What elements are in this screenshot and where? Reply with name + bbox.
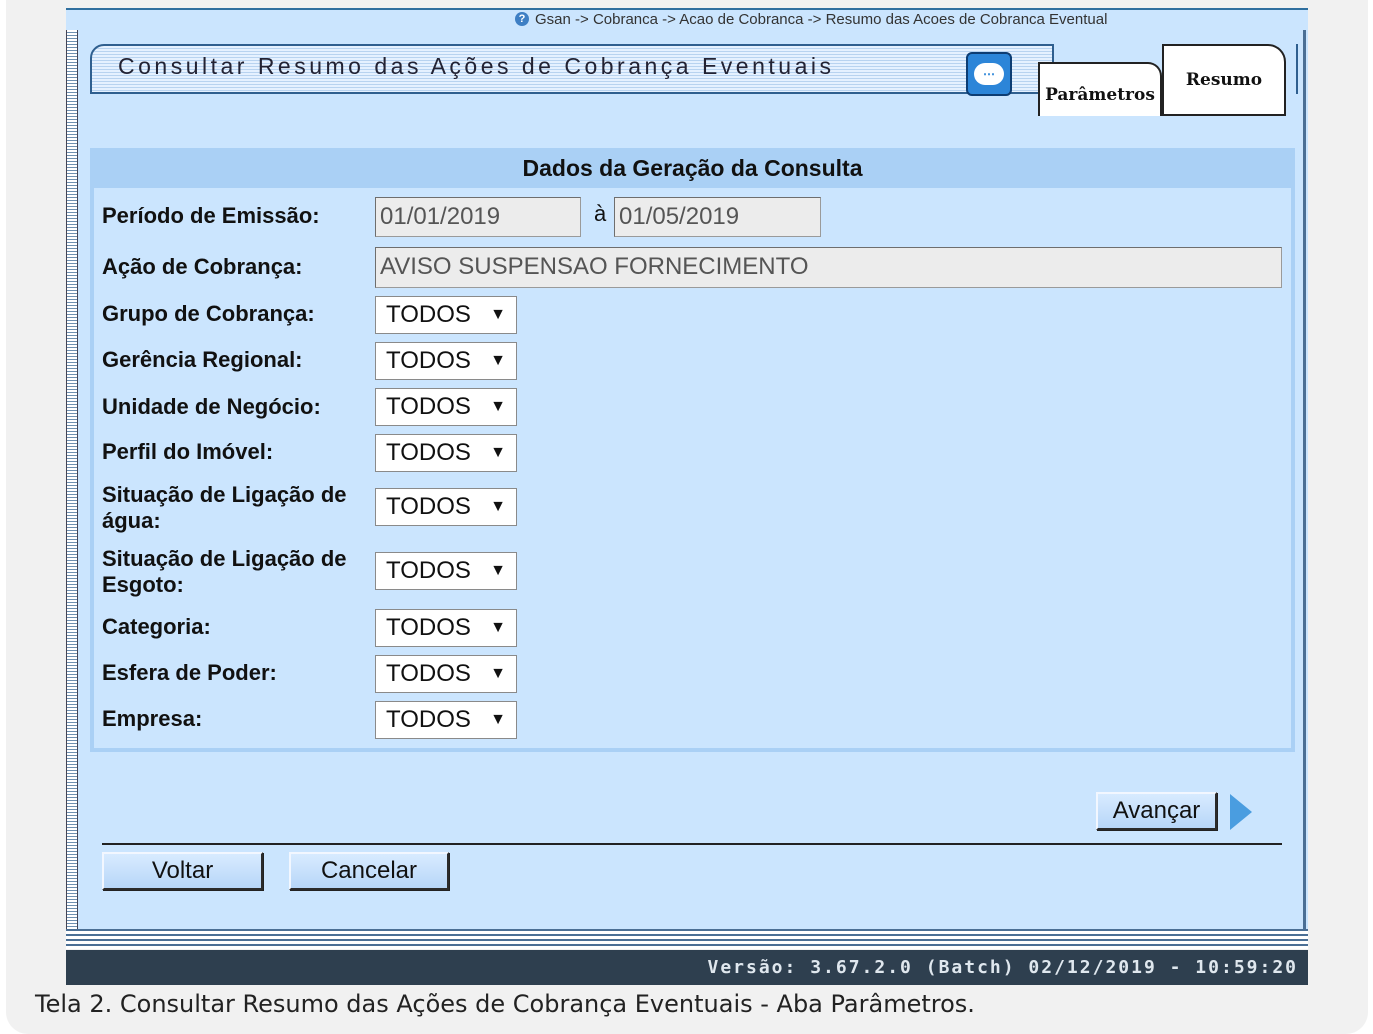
help-icon[interactable]: ? <box>515 12 529 26</box>
esfera-value: TODOS <box>386 660 471 687</box>
divider <box>102 843 1282 845</box>
dropdown-arrow-icon: ▼ <box>490 619 506 636</box>
gerencia-label: Gerência Regional: <box>102 347 303 372</box>
version-footer: Versão: 3.67.2.0 (Batch) 02/12/2019 - 10… <box>66 950 1308 985</box>
dropdown-arrow-icon: ▼ <box>490 562 506 579</box>
dropdown-arrow-icon: ▼ <box>490 711 506 728</box>
figure-caption: Tela 2. Consultar Resumo das Ações de Co… <box>35 990 975 1018</box>
dropdown-arrow-icon: ▼ <box>490 498 506 515</box>
esfera-label: Esfera de Poder: <box>102 660 277 685</box>
periodo-label: Período de Emissão: <box>102 203 320 228</box>
avancar-button[interactable]: Avançar <box>1096 792 1217 830</box>
dropdown-arrow-icon: ▼ <box>490 444 506 461</box>
categoria-value: TODOS <box>386 614 471 641</box>
dropdown-arrow-icon: ▼ <box>490 398 506 415</box>
perfil-label: Perfil do Imóvel: <box>102 439 274 464</box>
situacao-esgoto-value: TODOS <box>386 557 471 584</box>
situacao-agua-select[interactable]: TODOS ▼ <box>375 488 517 526</box>
situacao-esgoto-label: Situação de Ligação de Esgoto: <box>102 546 347 597</box>
unidade-select[interactable]: TODOS ▼ <box>375 388 517 426</box>
situacao-esgoto-select[interactable]: TODOS ▼ <box>375 552 517 590</box>
breadcrumb-text[interactable]: Gsan -> Cobranca -> Acao de Cobranca -> … <box>535 11 1107 28</box>
breadcrumb: ? Gsan -> Cobranca -> Acao de Cobranca -… <box>515 9 1308 29</box>
grupo-value: TODOS <box>386 301 471 328</box>
grupo-select[interactable]: TODOS ▼ <box>375 296 517 334</box>
unidade-value: TODOS <box>386 393 471 420</box>
dropdown-arrow-icon: ▼ <box>490 665 506 682</box>
page-title: Consultar Resumo das Ações de Cobrança E… <box>118 53 835 79</box>
periodo-from-input[interactable]: 01/01/2019 <box>375 197 581 237</box>
situacao-agua-value: TODOS <box>386 493 471 520</box>
categoria-label: Categoria: <box>102 614 211 639</box>
form-header: Dados da Geração da Consulta <box>94 152 1291 188</box>
periodo-separator: à <box>594 201 607 226</box>
acao-label: Ação de Cobrança: <box>102 254 303 279</box>
tab-edge <box>1286 44 1298 94</box>
empresa-label: Empresa: <box>102 706 203 731</box>
left-rail <box>66 30 78 930</box>
chat-bubble-icon: ⋯ <box>974 63 1004 85</box>
empresa-value: TODOS <box>386 706 471 733</box>
categoria-select[interactable]: TODOS ▼ <box>375 609 517 647</box>
dropdown-arrow-icon: ▼ <box>490 306 506 323</box>
perfil-select[interactable]: TODOS ▼ <box>375 434 517 472</box>
next-arrow-icon[interactable] <box>1230 794 1252 830</box>
situacao-agua-label: Situação de Ligação de água: <box>102 482 347 533</box>
bottom-rule <box>66 929 1308 949</box>
esfera-select[interactable]: TODOS ▼ <box>375 655 517 693</box>
voltar-button[interactable]: Voltar <box>102 852 263 890</box>
periodo-to-input[interactable]: 01/05/2019 <box>614 197 821 237</box>
unidade-label: Unidade de Negócio: <box>102 394 321 419</box>
right-edge <box>1303 30 1306 930</box>
dropdown-arrow-icon: ▼ <box>490 352 506 369</box>
tab-resumo[interactable]: Resumo <box>1162 44 1286 116</box>
tab-parametros[interactable]: Parâmetros <box>1038 62 1162 116</box>
gerencia-value: TODOS <box>386 347 471 374</box>
chat-icon[interactable]: ⋯ <box>966 52 1012 96</box>
acao-input[interactable]: AVISO SUSPENSAO FORNECIMENTO <box>375 247 1282 288</box>
grupo-label: Grupo de Cobrança: <box>102 301 315 326</box>
cancelar-button[interactable]: Cancelar <box>289 852 449 890</box>
perfil-value: TODOS <box>386 439 471 466</box>
empresa-select[interactable]: TODOS ▼ <box>375 701 517 739</box>
gerencia-select[interactable]: TODOS ▼ <box>375 342 517 380</box>
